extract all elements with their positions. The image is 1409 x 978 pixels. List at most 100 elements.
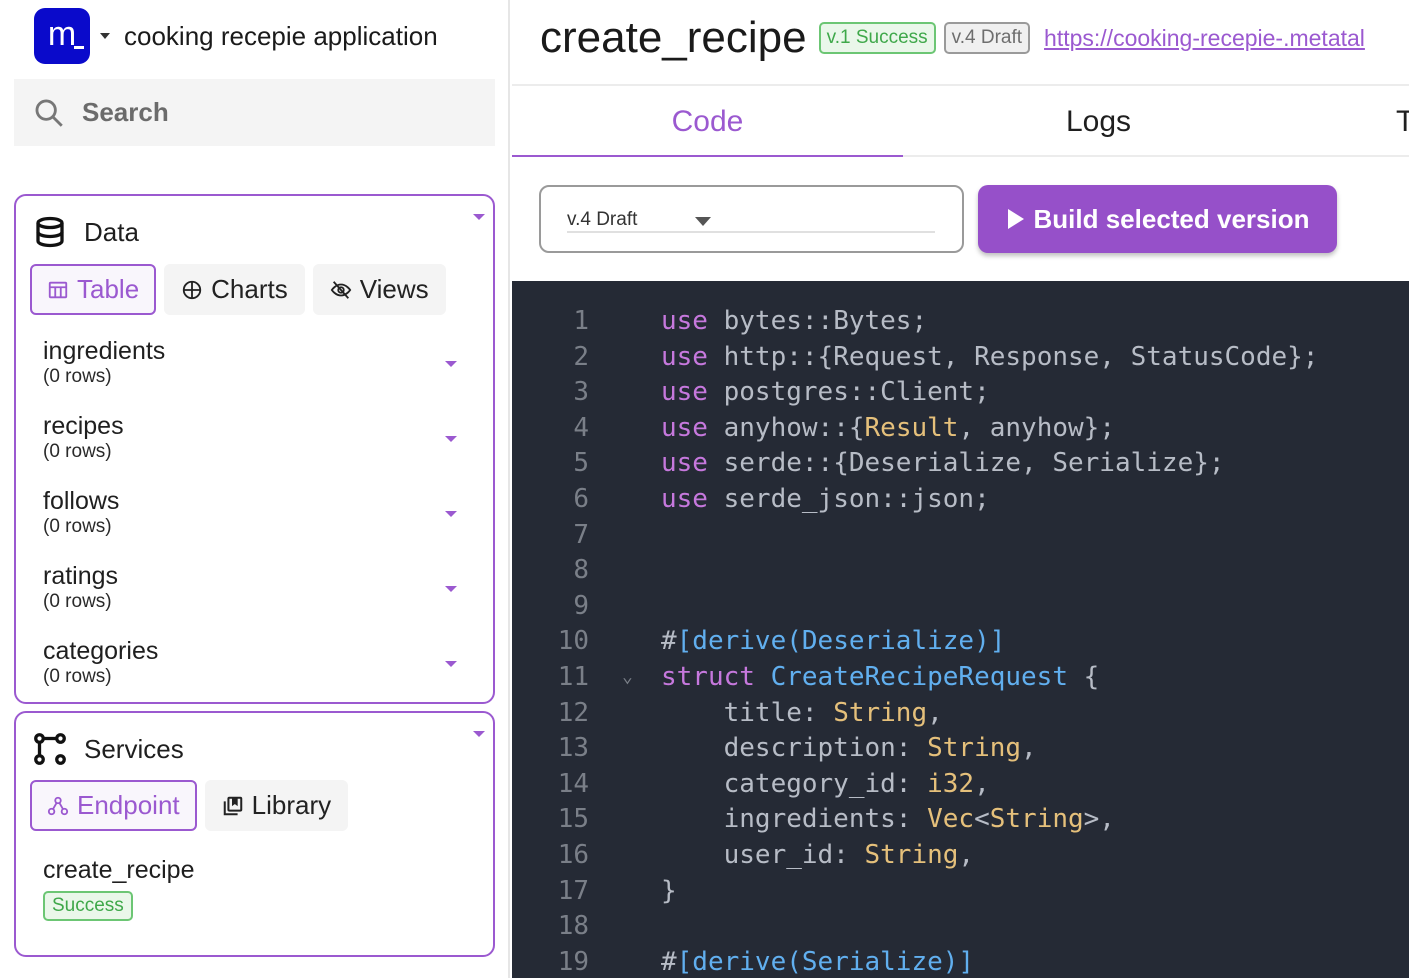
code-keyword: use — [661, 484, 708, 514]
services-panel-header[interactable]: Services — [32, 729, 477, 769]
app-switcher[interactable]: m cooking recepie application — [34, 8, 438, 64]
chip-table[interactable]: Table — [30, 264, 157, 315]
line-number: 8 — [573, 555, 589, 586]
code-toolbar: v.4 Draft Build selected version — [512, 157, 1409, 281]
eye-off-icon — [330, 280, 352, 299]
data-panel-header[interactable]: Data — [32, 212, 477, 252]
tab-code[interactable]: Code — [512, 86, 903, 159]
code-text: description: String, — [661, 730, 1037, 766]
tab-third[interactable]: T — [1294, 86, 1409, 157]
code-token: , — [1021, 733, 1037, 764]
code-line: 17} — [512, 873, 1409, 909]
code-line: 4 use anyhow::{Result, anyhow}; — [512, 410, 1409, 446]
code-line: 16 user_id: String, — [512, 837, 1409, 873]
expand-caret-icon[interactable] — [445, 361, 457, 367]
chip-library-label: Library — [251, 790, 332, 820]
table-list: ingredients (0 rows) recipes (0 rows) fo… — [16, 332, 493, 707]
service-item-create-recipe[interactable]: create_recipe Success — [43, 855, 194, 921]
sidebar: m cooking recepie application Search Dat… — [0, 0, 510, 978]
version-select[interactable]: v.4 Draft — [539, 185, 964, 253]
build-selected-version-button[interactable]: Build selected version — [978, 185, 1337, 253]
services-panel-title: Services — [84, 733, 184, 764]
table-name: follows — [43, 487, 120, 515]
code-text: use serde::{Deserialize, Serialize}; — [661, 445, 1225, 481]
code-text: #[derive(Serialize)] — [661, 944, 974, 978]
expand-caret-icon[interactable] — [445, 436, 457, 442]
chip-library[interactable]: Library — [204, 780, 349, 831]
code-token: ingredients: — [661, 804, 928, 835]
chip-charts[interactable]: Charts — [164, 264, 305, 315]
data-panel-title: Data — [84, 216, 139, 247]
tab-logs[interactable]: Logs — [903, 86, 1294, 157]
table-name: recipes — [43, 412, 124, 440]
app-logo[interactable]: m — [34, 8, 90, 64]
services-panel: Services Endpoint Library create_recipe … — [14, 711, 495, 957]
caret-down-icon[interactable] — [100, 33, 110, 39]
table-item-follows[interactable]: follows (0 rows) — [16, 482, 493, 557]
table-item-recipes[interactable]: recipes (0 rows) — [16, 407, 493, 482]
code-text: use postgres::Client; — [661, 374, 990, 410]
code-type: String — [833, 697, 928, 728]
code-line: 3 use postgres::Client; — [512, 374, 1409, 410]
line-number: 1 — [573, 306, 589, 336]
code-line: 15 ingredients: Vec<String>, — [512, 801, 1409, 837]
line-number: 18 — [557, 911, 589, 942]
expand-caret-icon[interactable] — [445, 586, 457, 592]
code-identifier: [derive(Deserialize)] — [676, 626, 1006, 657]
status-badge: Success — [43, 891, 133, 921]
code-line: 10 #[derive(Deserialize)] — [512, 623, 1409, 659]
chip-endpoint[interactable]: Endpoint — [30, 780, 197, 831]
build-button-label: Build selected version — [1033, 203, 1310, 234]
code-type: Vec — [927, 804, 975, 835]
chip-endpoint-label: Endpoint — [77, 790, 180, 820]
expand-caret-icon[interactable] — [445, 661, 457, 667]
code-keyword: use — [661, 306, 708, 336]
main-content: create_recipe v.1 Success v.4 Draft http… — [512, 0, 1409, 978]
dropdown-arrow-icon[interactable] — [695, 217, 711, 226]
code-text: use anyhow::{Result, anyhow}; — [661, 410, 1115, 446]
code-token: user_id: — [661, 840, 865, 870]
services-chip-group: Endpoint Library — [30, 780, 349, 831]
line-number: 4 — [573, 412, 589, 443]
table-item-ratings[interactable]: ratings (0 rows) — [16, 557, 493, 632]
table-row-count: (0 rows) — [43, 366, 112, 387]
collapse-caret-icon[interactable] — [473, 214, 485, 220]
code-line: 13 description: String, — [512, 730, 1409, 766]
code-token: < — [974, 804, 990, 835]
version-select-field[interactable]: v.4 Draft — [567, 209, 935, 233]
page-title: create_recipe — [540, 13, 807, 62]
code-token: { — [1068, 662, 1100, 692]
code-text: use serde_json::json; — [661, 481, 990, 517]
library-icon — [223, 796, 242, 815]
search-icon — [35, 99, 63, 127]
collapse-caret-icon[interactable] — [473, 731, 485, 737]
code-text: use http::{Request, Response, StatusCode… — [661, 339, 1318, 375]
line-number: 16 — [557, 840, 589, 870]
table-icon — [48, 281, 68, 298]
table-item-categories[interactable]: categories (0 rows) — [16, 632, 493, 707]
code-type: String — [864, 840, 959, 870]
code-text: struct CreateRecipeRequest { — [661, 659, 1099, 695]
search-input[interactable]: Search — [14, 79, 495, 146]
code-line: 6 use serde_json::json; — [512, 481, 1409, 517]
table-name: categories — [43, 637, 159, 665]
line-number: 6 — [573, 484, 589, 514]
chip-views[interactable]: Views — [312, 264, 446, 315]
code-token: serde::{Deserialize, Serialize}; — [707, 448, 1225, 479]
table-item-ingredients[interactable]: ingredients (0 rows) — [16, 332, 493, 407]
code-text: #[derive(Deserialize)] — [661, 623, 1005, 659]
code-editor[interactable]: 1 use bytes::Bytes; 2 use http::{Request, R… — [512, 281, 1409, 978]
endpoint-icon — [47, 796, 69, 815]
line-number: 3 — [573, 377, 589, 408]
code-token: } — [661, 875, 677, 906]
code-line: 1 use bytes::Bytes; — [512, 303, 1409, 339]
line-number: 19 — [557, 946, 589, 977]
chart-pie-icon — [182, 280, 202, 299]
code-line: 12 title: String, — [512, 695, 1409, 731]
code-token: bytes::Bytes; — [707, 306, 928, 336]
version-success-badge: v.1 Success — [818, 22, 936, 54]
code-keyword: use — [661, 341, 708, 372]
endpoint-url-link[interactable]: https://cooking-recepie-.metatal — [1044, 25, 1365, 52]
expand-caret-icon[interactable] — [445, 511, 457, 517]
fold-chevron-icon[interactable]: ⌄ — [622, 659, 633, 695]
